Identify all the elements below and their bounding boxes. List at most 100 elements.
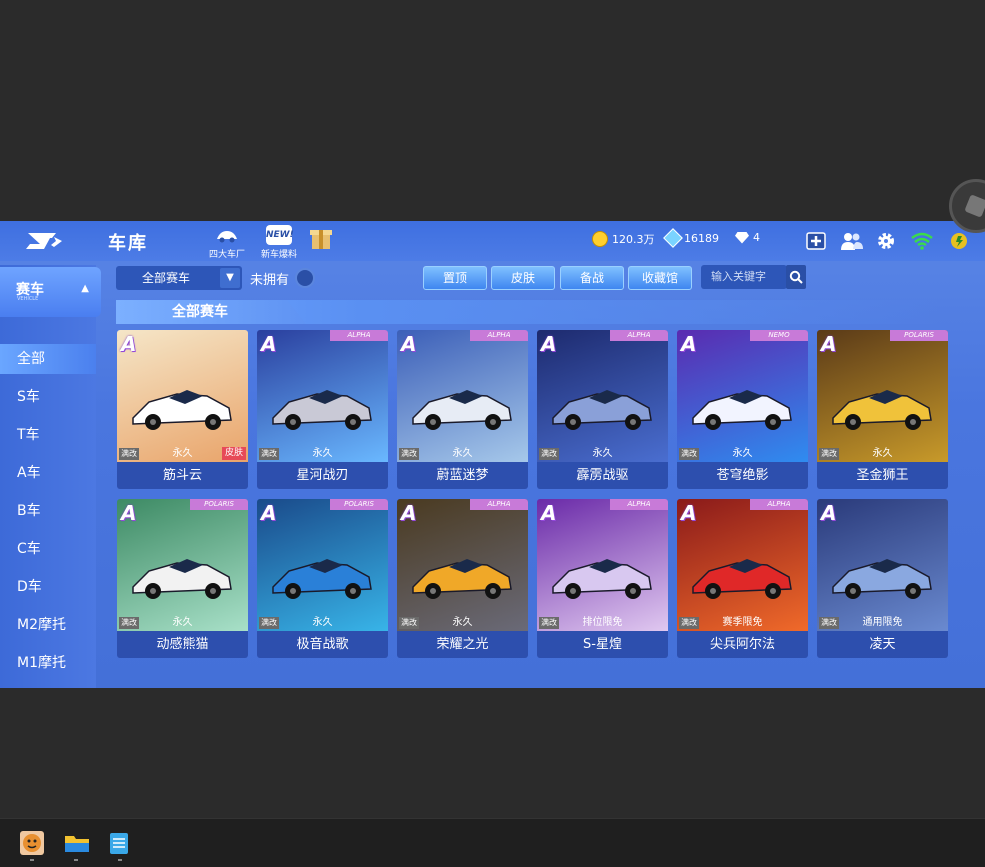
car-factories-button[interactable]: 四大车厂 (203, 225, 251, 260)
duration-label: 永久 (312, 617, 333, 628)
sidebar-item-m2[interactable]: M2摩托 (0, 610, 96, 640)
wifi-status (910, 229, 934, 253)
race-car-illustration (132, 559, 232, 599)
diamond-icon (735, 231, 749, 244)
duration-label: 永久 (312, 448, 333, 459)
car-filter-dropdown[interactable]: 全部赛车 ▼ (116, 266, 242, 290)
search-button[interactable] (786, 265, 806, 289)
car-card[interactable]: A POLARIS 满改 永久 极音战歌 (257, 499, 388, 658)
car-card[interactable]: A 满改 永久 皮肤 筋斗云 (117, 330, 248, 489)
car-card[interactable]: A 满改 通用限免 凌天 (817, 499, 948, 658)
folder-icon (65, 836, 89, 852)
grade-label: A (401, 501, 417, 525)
top-bar: 车库 四大车厂 NEW! 新车爆料 120.3万 16189 4 (0, 221, 985, 261)
car-name: S-星煌 (537, 631, 668, 658)
race-car-illustration (412, 559, 512, 599)
grade-label: A (121, 332, 137, 356)
grade-label: A (261, 332, 277, 356)
car-card[interactable]: A ALPHA 满改 赛季限免 尖兵阿尔法 (677, 499, 808, 658)
section-title: 全部赛车 (116, 300, 306, 324)
skin-badge: 皮肤 (221, 447, 246, 460)
grade-label: A (821, 332, 837, 356)
brand-badge: ALPHA (470, 330, 528, 341)
car-card[interactable]: A ALPHA 满改 永久 霹雳战驱 (537, 330, 668, 489)
race-car-illustration (272, 390, 372, 430)
sidebar-item-b[interactable]: B车 (0, 496, 96, 526)
tiger-mascot-icon (23, 834, 41, 852)
car-card[interactable]: A ALPHA 满改 永久 星河战刃 (257, 330, 388, 489)
game-app-icon[interactable] (20, 831, 44, 861)
sidebar-item-a[interactable]: A车 (0, 458, 96, 488)
grade-label: A (821, 501, 837, 525)
tab-prepare[interactable]: 备战 (560, 266, 624, 290)
car-card[interactable]: A ALPHA 满改 永久 蔚蓝迷梦 (397, 330, 528, 489)
duration-label: 永久 (452, 617, 473, 628)
grade-label: A (541, 501, 557, 525)
duration-label: 永久 (452, 448, 473, 459)
running-indicator (74, 859, 78, 861)
friends-button[interactable] (840, 229, 864, 253)
coin-balance: 120.3万 (592, 231, 655, 247)
duration-label: 赛季限免 (722, 617, 763, 628)
battery-icon (951, 233, 967, 249)
car-card[interactable]: A POLARIS 满改 永久 圣金狮王 (817, 330, 948, 489)
brand-badge: ALPHA (610, 330, 668, 341)
brand-badge: POLARIS (330, 499, 388, 510)
tab-skins[interactable]: 皮肤 (491, 266, 555, 290)
vehicle-category-sublabel: VEHICLE (17, 296, 39, 302)
speed-logo-icon[interactable] (24, 229, 64, 253)
not-owned-checkbox[interactable] (295, 268, 316, 288)
chevron-up-icon: ▲ (81, 283, 89, 294)
coin-icon (592, 231, 608, 247)
grade-label: A (681, 501, 697, 525)
sidebar-item-all[interactable]: 全部 (0, 344, 96, 374)
gem-icon (663, 228, 683, 248)
brand-badge: NEMO (750, 330, 808, 341)
car-card[interactable]: A ALPHA 满改 排位限免 S-星煌 (537, 499, 668, 658)
add-button[interactable] (804, 229, 828, 253)
gear-icon (878, 233, 894, 249)
settings-button[interactable] (874, 229, 898, 253)
car-name: 尖兵阿尔法 (677, 631, 808, 658)
notepad-document-icon (110, 833, 128, 854)
car-card[interactable]: A ALPHA 满改 永久 荣耀之光 (397, 499, 528, 658)
car-card[interactable]: A NEMO 满改 永久 苍穹绝影 (677, 330, 808, 489)
tab-pin-top[interactable]: 置顶 (423, 266, 487, 290)
sidebar-item-s[interactable]: S车 (0, 382, 96, 412)
search-input[interactable]: 输入关键字 (701, 265, 787, 289)
car-name: 霹雳战驱 (537, 462, 668, 489)
gem-balance: 16189 (663, 228, 719, 248)
game-window: 车库 四大车厂 NEW! 新车爆料 120.3万 16189 4 赛车 VEHI… (0, 221, 985, 688)
sidebar-item-m1[interactable]: M1摩托 (0, 648, 96, 678)
vehicle-category-header[interactable]: 赛车 VEHICLE ▲ (0, 267, 101, 317)
brand-badge: ALPHA (470, 499, 528, 510)
file-explorer-icon[interactable] (64, 831, 89, 861)
tab-collection[interactable]: 收藏馆 (628, 266, 692, 290)
car-name: 动感熊猫 (117, 631, 248, 658)
race-car-illustration (832, 390, 932, 430)
sidebar-item-d[interactable]: D车 (0, 572, 96, 602)
gem-amount: 16189 (684, 231, 719, 245)
gift-button[interactable] (300, 225, 342, 259)
not-owned-toggle[interactable]: 未拥有 (250, 268, 316, 288)
grade-label: A (121, 501, 137, 525)
duration-label: 永久 (872, 448, 893, 459)
diamond-balance: 4 (735, 231, 760, 244)
notepad-icon[interactable] (108, 831, 132, 861)
camera-icon (964, 194, 985, 218)
new-car-news-button[interactable]: NEW! 新车爆料 (255, 225, 303, 260)
car-card[interactable]: A POLARIS 满改 永久 动感熊猫 (117, 499, 248, 658)
car-factories-label: 四大车厂 (208, 250, 245, 260)
car-name: 极音战歌 (257, 631, 388, 658)
car-icon (217, 231, 237, 243)
grade-label: A (681, 332, 697, 356)
running-indicator (30, 859, 34, 861)
sidebar-item-t[interactable]: T车 (0, 420, 96, 450)
race-car-illustration (272, 559, 372, 599)
car-name: 荣耀之光 (397, 631, 528, 658)
duration-label: 永久 (172, 617, 193, 628)
car-name: 星河战刃 (257, 462, 388, 489)
new-badge-icon: NEW! (266, 225, 294, 245)
friends-icon (841, 233, 863, 250)
sidebar-item-c[interactable]: C车 (0, 534, 96, 564)
